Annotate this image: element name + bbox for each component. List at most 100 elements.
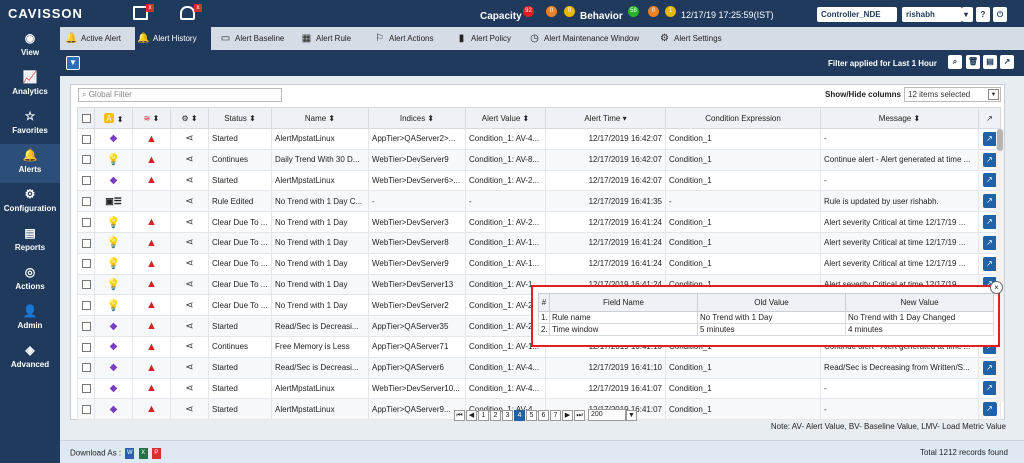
behavior-minor-badge[interactable]: 1 <box>665 6 676 17</box>
row-checkbox[interactable] <box>77 356 95 379</box>
table-row[interactable]: 💡 ▲ ⋖ Clear Due To ... No Trend with 1 Day We… <box>77 252 1001 275</box>
page-button[interactable]: 6 <box>538 409 549 421</box>
capacity-critical-badge[interactable]: 92 <box>523 6 534 17</box>
type-column-header[interactable]: 🅰 ⬍ <box>94 107 133 129</box>
row-checkbox[interactable] <box>77 211 95 233</box>
alert-time-column-header[interactable]: Alert Time ▾ <box>545 107 666 129</box>
share-column-header[interactable]: ⚙ ⬍ <box>170 107 209 129</box>
search-icon[interactable]: ⌕ <box>948 55 962 69</box>
table-row[interactable]: ◆ ▲ ⋖ Started AlertMpstatLinux WebTier>DevSer… <box>77 377 1001 400</box>
help-button[interactable]: ? <box>976 7 990 22</box>
sidebar-item-admin[interactable]: 👤 Admin <box>0 300 60 339</box>
share-icon[interactable]: ⋖ <box>170 169 209 192</box>
share-icon[interactable]: ⋖ <box>170 148 209 171</box>
user-caret-icon[interactable]: ▾ <box>962 7 973 22</box>
share-icon[interactable]: ⋖ <box>170 398 209 421</box>
pdf-icon[interactable]: P <box>151 448 161 459</box>
tab-alert-baseline[interactable]: ▭ Alert Baseline <box>217 27 295 50</box>
sidebar-item-actions[interactable]: ◎ Actions <box>0 261 60 300</box>
tab-alert-history[interactable]: 🔔 Alert History <box>135 27 211 50</box>
table-row[interactable]: 💡 ▲ ⋖ Clear Due To ... No Trend with 1 Day We… <box>77 231 1001 254</box>
tab-alert-settings[interactable]: ⚙ Alert Settings <box>656 27 736 50</box>
tab-alert-rule[interactable]: ▦ Alert Rule <box>298 27 364 50</box>
sidebar-item-reports[interactable]: ▤ Reports <box>0 222 60 261</box>
sidebar-item-view[interactable]: ◉ View <box>0 27 60 66</box>
chart-view-icon[interactable]: ↗ <box>1000 55 1014 69</box>
severity-column-header[interactable]: ≋ ⬍ <box>132 107 171 129</box>
scroll-thumb[interactable] <box>997 129 1003 151</box>
row-checkbox[interactable] <box>77 252 95 275</box>
row-checkbox[interactable] <box>77 231 95 254</box>
share-icon[interactable]: ⋖ <box>170 231 209 254</box>
sidebar-item-configuration[interactable]: ⚙ Configuration <box>0 183 60 222</box>
vertical-scrollbar[interactable] <box>996 129 1004 403</box>
message-column-header[interactable]: Message ⬍ <box>820 107 979 129</box>
sidebar-item-analytics[interactable]: 📈 Analytics <box>0 66 60 105</box>
tab-alert-policy[interactable]: ▮ Alert Policy <box>453 27 523 50</box>
share-icon[interactable]: ⋖ <box>170 356 209 379</box>
global-filter-input[interactable]: ⌕ Global Filter <box>78 88 282 102</box>
row-checkbox[interactable] <box>77 294 95 317</box>
table-row[interactable]: ◆ ▲ ⋖ Started Read/Sec is Decreasi... AppTier… <box>77 356 1001 379</box>
table-row[interactable]: ▣☰ ⋖ Rule Edited No Trend with 1 Day C... - -… <box>77 190 1001 213</box>
page-button[interactable]: 2 <box>490 409 501 421</box>
share-icon[interactable]: ⋖ <box>170 377 209 400</box>
page-button[interactable]: 1 <box>478 409 489 421</box>
table-row[interactable]: 💡 ▲ ⋖ Continues Daily Trend With 30 D... WebT… <box>77 148 1001 171</box>
share-icon[interactable]: ⋖ <box>170 190 209 213</box>
condition-expression-column-header[interactable]: Condition Expression <box>665 107 821 129</box>
word-icon[interactable]: W <box>125 448 135 459</box>
controller-selector[interactable]: Controller_NDE <box>817 7 897 22</box>
row-checkbox[interactable] <box>77 148 95 171</box>
row-checkbox[interactable] <box>77 128 95 150</box>
page-button[interactable]: 7 <box>550 409 561 421</box>
name-column-header[interactable]: Name ⬍ <box>271 107 369 129</box>
user-menu[interactable]: rishabh <box>902 7 962 22</box>
row-checkbox[interactable] <box>77 335 95 358</box>
sidebar-item-alerts[interactable]: 🔔 Alerts <box>0 144 60 183</box>
share-icon[interactable]: ⋖ <box>170 252 209 275</box>
alert-value-column-header[interactable]: Alert Value ⬍ <box>465 107 546 129</box>
delete-icon[interactable]: 🗑 <box>966 55 980 69</box>
table-row[interactable]: ◆ ▲ ⋖ Started AlertMpstatLinux AppTier>QAServ… <box>77 128 1001 150</box>
sidebar-item-favorites[interactable]: ☆ Favorites <box>0 105 60 144</box>
columns-select[interactable]: 12 items selected ▼ <box>904 87 1001 102</box>
first-page-button[interactable]: ⏮ <box>454 409 465 421</box>
tab-active-alert[interactable]: 🔔 Active Alert <box>63 27 133 50</box>
capacity-major-badge[interactable]: 0 <box>546 6 557 17</box>
row-checkbox[interactable] <box>77 190 95 213</box>
next-page-button[interactable]: ▶ <box>562 409 573 421</box>
share-icon[interactable]: ⋖ <box>170 315 209 337</box>
bell-icon[interactable] <box>180 6 195 20</box>
table-row[interactable]: ◆ ▲ ⋖ Started AlertMpstatLinux WebTier>DevSer… <box>77 169 1001 192</box>
chevron-down-icon[interactable]: ▼ <box>625 409 637 421</box>
page-button[interactable]: 3 <box>502 409 513 421</box>
share-icon[interactable]: ⋖ <box>170 128 209 150</box>
status-column-header[interactable]: Status ⬍ <box>208 107 272 129</box>
row-checkbox[interactable] <box>77 315 95 337</box>
select-all-checkbox[interactable] <box>77 107 95 129</box>
card-view-icon[interactable]: ▤ <box>983 55 997 69</box>
share-icon[interactable]: ⋖ <box>170 273 209 296</box>
capacity-minor-badge[interactable]: 0 <box>564 6 575 17</box>
behavior-critical-badge[interactable]: 58 <box>628 6 639 17</box>
sidebar-item-advanced[interactable]: ◈ Advanced <box>0 339 60 378</box>
close-icon[interactable]: × <box>990 281 1003 294</box>
behavior-major-badge[interactable]: 0 <box>648 6 659 17</box>
tab-alert-maintenance-window[interactable]: ◷ Alert Maintenance Window <box>526 27 650 50</box>
indices-column-header[interactable]: Indices ⬍ <box>368 107 466 129</box>
row-checkbox[interactable] <box>77 377 95 400</box>
share-icon[interactable]: ⋖ <box>170 294 209 317</box>
page-button[interactable]: 4 <box>514 409 525 421</box>
filter-icon[interactable]: ▼ <box>66 56 80 70</box>
tab-alert-actions[interactable]: ⚐ Alert Actions <box>371 27 451 50</box>
share-icon[interactable]: ⋖ <box>170 335 209 358</box>
row-checkbox[interactable] <box>77 273 95 296</box>
prev-page-button[interactable]: ◀ <box>466 409 477 421</box>
power-button[interactable]: ⏻ <box>993 7 1007 22</box>
share-icon[interactable]: ⋖ <box>170 211 209 233</box>
page-size-select[interactable]: 200 <box>587 409 626 421</box>
row-checkbox[interactable] <box>77 398 95 421</box>
page-button[interactable]: 5 <box>526 409 537 421</box>
table-row[interactable]: 💡 ▲ ⋖ Clear Due To ... No Trend with 1 Day We… <box>77 211 1001 233</box>
